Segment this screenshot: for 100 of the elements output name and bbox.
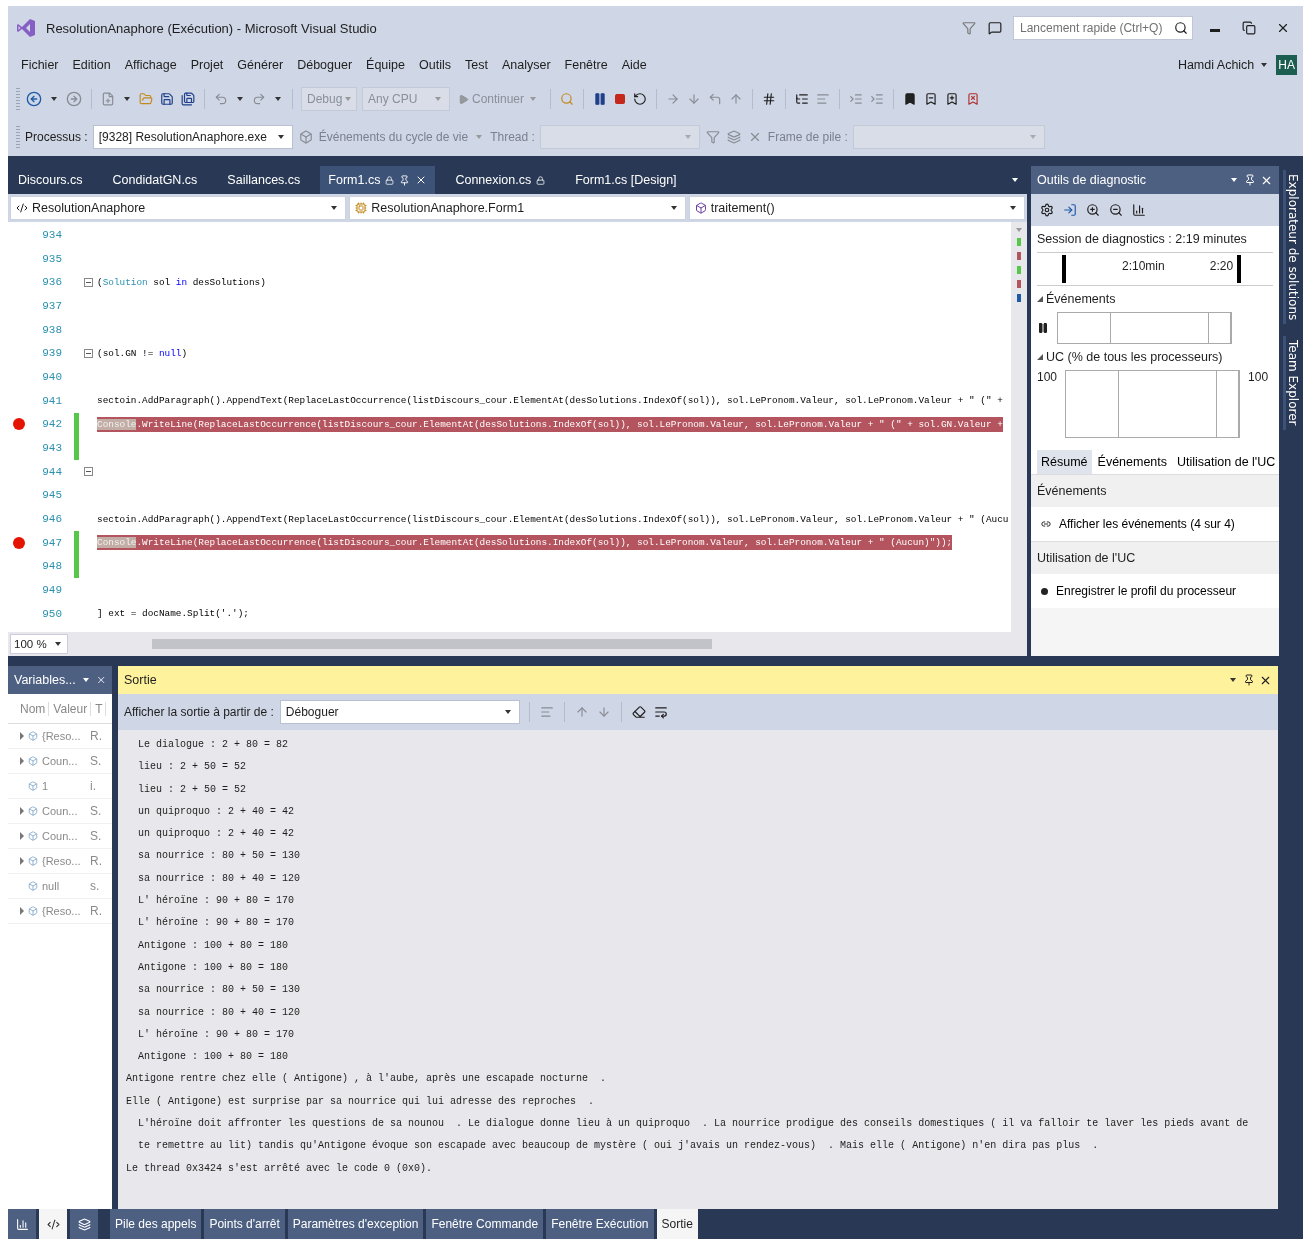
document-tab[interactable]: Form1.cs xyxy=(320,166,436,194)
project-dropdown[interactable]: ResolutionAnaphore xyxy=(10,196,347,220)
minimize-button[interactable] xyxy=(1210,28,1220,32)
code-line: (sol.GN != null) xyxy=(97,346,188,361)
horizontal-scrollbar-thumb[interactable] xyxy=(152,639,712,649)
code-line: ] ext = docName.Split('.'); xyxy=(97,607,249,622)
side-tab[interactable]: Team Explorer xyxy=(1282,336,1300,430)
zoom-dropdown[interactable]: 100 % xyxy=(10,634,68,654)
events-heading[interactable]: Événements xyxy=(1037,292,1273,306)
quick-launch-field[interactable]: Lancement rapide (Ctrl+Q) xyxy=(1013,16,1193,40)
cpu-heading[interactable]: UC (% de tous les processeurs) xyxy=(1037,350,1273,364)
line-number: 946 xyxy=(41,513,63,526)
expand-icon[interactable] xyxy=(20,857,24,865)
session-duration: Session de diagnostics : 2:19 minutes xyxy=(1037,232,1248,246)
export-icon[interactable] xyxy=(1062,202,1078,218)
document-tab[interactable]: Connexion.cs xyxy=(445,166,556,194)
line-number: 950 xyxy=(41,607,63,620)
link-icon xyxy=(1041,519,1051,529)
zoom-out-icon[interactable] xyxy=(1108,202,1124,218)
output-line: Antigone : 100 + 80 = 180 xyxy=(137,960,290,975)
column-header[interactable]: Nom xyxy=(20,701,50,716)
menu-item[interactable]: Équipe xyxy=(359,55,412,75)
panel-tab[interactable]: Résumé xyxy=(1037,450,1092,474)
menu-item[interactable]: Déboguer xyxy=(290,55,360,75)
column-header[interactable]: T xyxy=(95,701,107,716)
side-tab[interactable]: Explorateur de solutions xyxy=(1282,170,1300,325)
caret-icon[interactable] xyxy=(1230,678,1236,682)
variable-type: R. xyxy=(90,729,102,743)
tool-window-tab[interactable]: Fenêtre Commande xyxy=(426,1209,544,1239)
caret-icon xyxy=(124,97,130,101)
menu-item[interactable]: Outils xyxy=(412,55,458,75)
user-avatar[interactable]: HA xyxy=(1276,55,1297,75)
process-dropdown[interactable]: [9328] ResolutionAnaphore.exe xyxy=(92,125,293,149)
tool-window-tab[interactable]: Pile des appels xyxy=(110,1209,202,1239)
back-icon[interactable] xyxy=(25,90,43,108)
restore-button[interactable] xyxy=(1242,21,1256,35)
class-dropdown[interactable]: ResolutionAnaphore.Form1 xyxy=(349,196,686,220)
document-tab[interactable]: Saillances.cs xyxy=(217,166,311,194)
panel-tab[interactable]: Événements xyxy=(1093,450,1172,474)
variable-type: S. xyxy=(90,804,102,818)
timeline-ruler: 2:10min 2:20 xyxy=(1037,252,1273,286)
pin-icon[interactable] xyxy=(1244,174,1256,186)
code-line: sectoin.AddParagraph().AppendText(ReplaceLastOccurrence(listDiscours_cour.ElementAt(desSolutions.IndexOf(sol)), sol.LePronom.Valeur, sol.LePronom.Valeur + " (" + xyxy=(97,394,1003,409)
document-tab[interactable]: Discours.cs xyxy=(8,166,93,194)
breakpoint-icon[interactable] xyxy=(13,418,25,431)
clear-all-icon[interactable] xyxy=(630,704,647,720)
expand-icon[interactable] xyxy=(20,732,24,740)
user-name[interactable]: Hamdi Achich xyxy=(1177,58,1255,72)
save-all-icon[interactable] xyxy=(180,91,196,107)
expand-icon[interactable] xyxy=(20,807,24,815)
column-header[interactable]: Valeur xyxy=(53,701,92,716)
variable-icon xyxy=(28,831,38,841)
variable-type: S. xyxy=(90,829,102,843)
chart-icon[interactable] xyxy=(1131,202,1147,218)
filter-icon[interactable] xyxy=(961,20,977,36)
menu-item[interactable]: Affichage xyxy=(117,55,184,75)
feedback-icon[interactable] xyxy=(987,20,1003,36)
search-icon xyxy=(1174,21,1188,35)
line-number: 944 xyxy=(41,465,63,478)
collapse-icon[interactable] xyxy=(83,348,93,358)
expand-icon[interactable] xyxy=(20,832,24,840)
panel-tab[interactable]: Utilisation de l'UC xyxy=(1173,450,1280,474)
menu-item[interactable]: Fenêtre xyxy=(557,55,615,75)
caret-icon xyxy=(275,97,281,101)
variable-value: null xyxy=(42,880,61,892)
menu-item[interactable]: Projet xyxy=(183,55,231,75)
menu-item[interactable]: Générer xyxy=(230,55,291,75)
menu-item[interactable]: Analyser xyxy=(494,55,558,75)
vertical-scrollbar[interactable] xyxy=(1011,222,1027,632)
output-line: L'héroïne doit affronter les questions de sa nounou . Le dialogue donne lieu à un quiproquo . La nourrice prodigue des conseils domestiques ( il va falloir te laver les pieds avant de te remettre au lit) tandis qu'Antigone évoque son escapade avec beaucoup de mystère ( oui j'avais un rendez-vous) . Mais elle ( Antigone) n'en dira pas plus . xyxy=(137,1117,1250,1154)
output-source-dropdown[interactable]: Déboguer xyxy=(279,700,520,724)
panel-title: Outils de diagnostic xyxy=(1037,173,1148,187)
tool-window-tab[interactable]: Sortie xyxy=(656,1209,698,1239)
tool-window-tab[interactable]: Fenêtre Exécution xyxy=(546,1209,654,1239)
menu-item[interactable]: Edition xyxy=(65,55,118,75)
tool-window-tab[interactable]: Points d'arrêt xyxy=(204,1209,285,1239)
pin-icon[interactable] xyxy=(1243,674,1255,686)
menu-item[interactable]: Test xyxy=(457,55,495,75)
settings-icon[interactable] xyxy=(1039,202,1055,218)
tree-icon[interactable] xyxy=(794,91,811,107)
word-wrap-icon[interactable] xyxy=(652,704,669,720)
stop-icon[interactable] xyxy=(613,92,628,106)
collapse-icon[interactable] xyxy=(83,277,93,287)
save-icon[interactable] xyxy=(159,91,175,107)
variable-value: 1 xyxy=(42,780,50,792)
document-tab[interactable]: Form1.cs [Design] xyxy=(565,166,687,194)
collapse-icon[interactable] xyxy=(83,467,93,477)
member-dropdown[interactable]: traitement() xyxy=(688,196,1025,220)
zoom-in-icon[interactable] xyxy=(1085,202,1101,218)
close-button[interactable] xyxy=(1276,21,1290,35)
tab-overflow-icon[interactable] xyxy=(1012,178,1018,182)
expand-icon[interactable] xyxy=(20,757,24,765)
section-heading: Événements xyxy=(1031,474,1279,507)
breakpoint-icon[interactable] xyxy=(13,536,25,549)
restart-icon[interactable] xyxy=(632,91,649,107)
document-tab[interactable]: CondidatGN.cs xyxy=(102,166,208,194)
expand-icon[interactable] xyxy=(20,907,24,915)
tool-window-tab[interactable]: Paramètres d'exception xyxy=(287,1209,424,1239)
menu-item[interactable]: Fichier xyxy=(14,55,66,75)
menu-item[interactable]: Aide xyxy=(614,55,654,75)
